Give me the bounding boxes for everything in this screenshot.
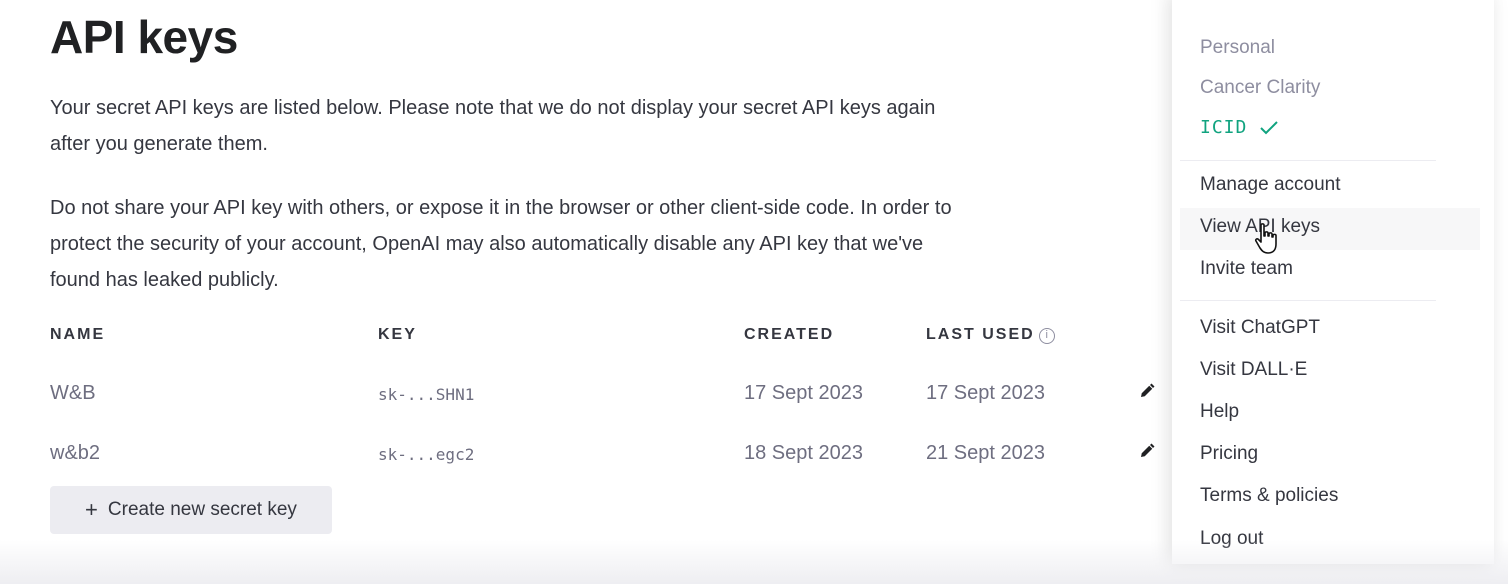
column-header-created: CREATED <box>744 326 835 343</box>
page-title: API keys <box>50 11 238 63</box>
info-icon[interactable]: i <box>1038 328 1055 344</box>
column-header-key: KEY <box>378 326 417 343</box>
menu-org-cancer-clarity[interactable]: Cancer Clarity <box>1200 77 1320 99</box>
account-dropdown-menu: Personal Cancer Clarity ICID Manage acco… <box>1172 0 1494 564</box>
menu-divider <box>1180 300 1436 301</box>
key-last-used: 21 Sept 2023 <box>926 442 1045 464</box>
menu-org-icid[interactable]: ICID <box>1200 117 1279 138</box>
menu-terms-policies[interactable]: Terms & policies <box>1200 485 1338 507</box>
menu-manage-account[interactable]: Manage account <box>1200 174 1341 196</box>
menu-visit-dalle[interactable]: Visit DALL·E <box>1200 359 1307 381</box>
check-icon <box>1260 120 1279 134</box>
warning-text: Do not share your API key with others, o… <box>50 197 952 291</box>
key-created: 18 Sept 2023 <box>744 442 863 464</box>
pencil-icon[interactable] <box>1138 442 1156 460</box>
intro-text: Your secret API keys are listed below. P… <box>50 97 936 155</box>
create-secret-key-button[interactable]: + Create new secret key <box>50 486 332 534</box>
menu-invite-team[interactable]: Invite team <box>1200 258 1293 280</box>
menu-org-personal[interactable]: Personal <box>1200 37 1275 59</box>
key-name: W&B <box>50 382 96 404</box>
table-row: w&b2 sk-...egc2 18 Sept 2023 21 Sept 202… <box>50 442 1180 482</box>
column-header-name: NAME <box>50 326 106 343</box>
table-row: W&B sk-...SHN1 17 Sept 2023 17 Sept 2023 <box>50 382 1180 422</box>
api-keys-page: API keys Your secret API keys are listed… <box>0 0 1508 584</box>
menu-pricing[interactable]: Pricing <box>1200 443 1258 465</box>
menu-divider <box>1180 160 1436 161</box>
column-header-last-used: LAST USED i <box>926 326 1055 344</box>
key-value: sk-...egc2 <box>378 445 475 464</box>
key-created: 17 Sept 2023 <box>744 382 863 404</box>
key-value: sk-...SHN1 <box>378 385 475 404</box>
pencil-icon[interactable] <box>1138 382 1156 400</box>
hand-pointer-icon <box>1254 223 1277 254</box>
menu-help[interactable]: Help <box>1200 401 1239 423</box>
key-name: w&b2 <box>50 442 101 464</box>
key-last-used: 17 Sept 2023 <box>926 382 1045 404</box>
plus-icon: + <box>85 497 98 522</box>
menu-visit-chatgpt[interactable]: Visit ChatGPT <box>1200 317 1320 339</box>
menu-log-out[interactable]: Log out <box>1200 528 1263 550</box>
